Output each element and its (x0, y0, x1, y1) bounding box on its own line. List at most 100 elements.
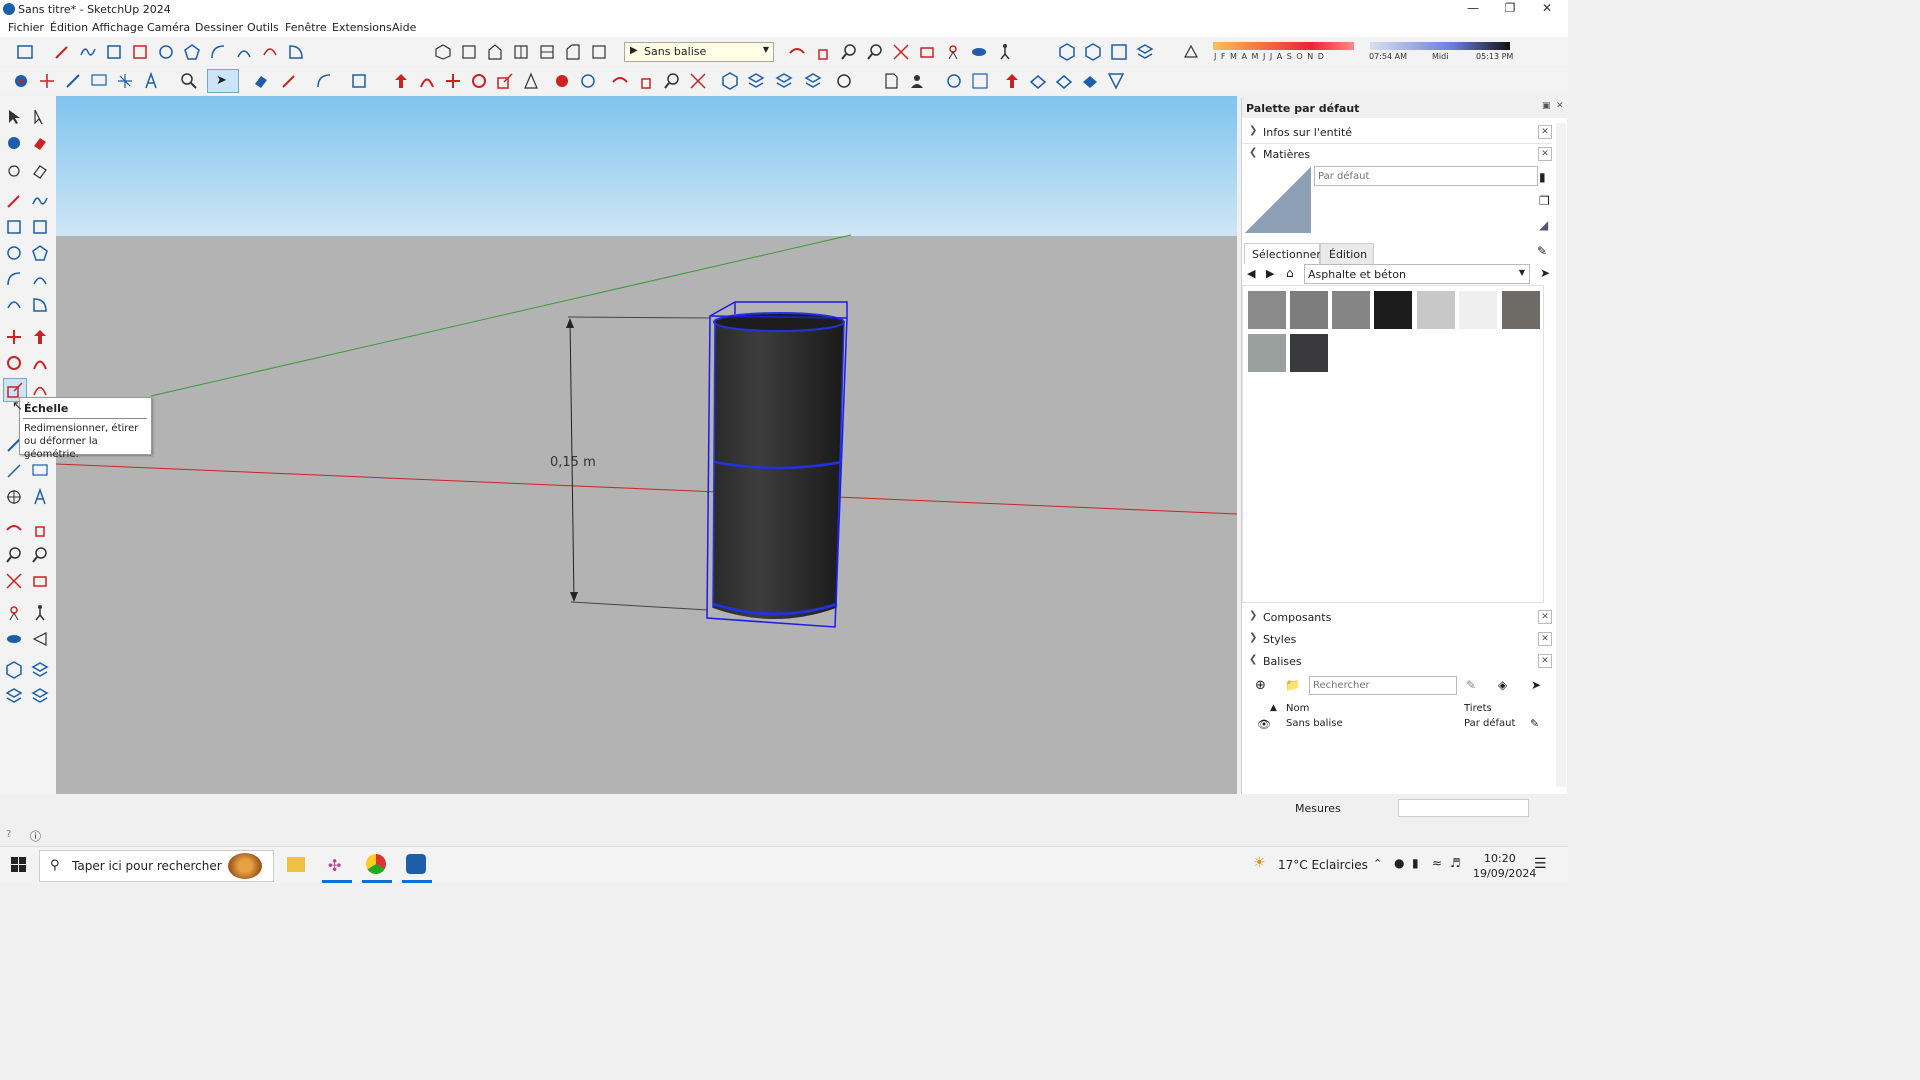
edit-tag-icon[interactable]: ✎ (1466, 678, 1476, 692)
axes-side-icon[interactable] (5, 488, 23, 506)
instructor-icon[interactable] (16, 43, 34, 61)
components-section[interactable]: ❯ Composants ✕ (1242, 607, 1552, 628)
tags-close-icon[interactable]: ✕ (1538, 654, 1552, 668)
minimize-button[interactable]: — (1463, 1, 1483, 15)
measurements-input[interactable] (1398, 799, 1529, 817)
tag-color-pencil-icon[interactable]: ✎ (1530, 717, 1539, 730)
menu-camera[interactable]: Caméra (147, 21, 190, 34)
clock-time[interactable]: 10:20 (1484, 852, 1516, 865)
tag-eraser-icon[interactable] (31, 162, 49, 180)
sort-up-icon[interactable]: ▲ (1270, 703, 1277, 713)
position-camera-icon[interactable] (944, 43, 962, 61)
material-swatch[interactable] (1374, 291, 1412, 329)
protractor-icon[interactable] (116, 72, 134, 90)
material-swatch[interactable] (1248, 334, 1286, 372)
position-camera-side-icon[interactable] (5, 604, 23, 622)
look-around-icon[interactable] (970, 43, 988, 61)
orbit-side-icon[interactable] (5, 520, 23, 538)
follow-me-icon[interactable] (418, 72, 436, 90)
section-plane-icon[interactable] (1084, 43, 1102, 61)
rectangle-side-icon[interactable] (5, 218, 23, 236)
arc-icon[interactable] (209, 43, 227, 61)
eraser-icon[interactable] (252, 72, 270, 90)
back-view-icon[interactable] (538, 43, 556, 61)
material-name-input[interactable] (1314, 166, 1538, 186)
flip-edge-icon[interactable] (1081, 72, 1099, 90)
col-dashes-header[interactable]: Tirets (1464, 703, 1492, 714)
sandbox-icon[interactable] (579, 72, 597, 90)
col-name-header[interactable]: Nom (1286, 703, 1309, 714)
follow-me-side-icon[interactable] (31, 354, 49, 372)
menu-affichage[interactable]: Affichage (92, 21, 144, 34)
right-view-icon[interactable] (512, 43, 530, 61)
weather-icon[interactable]: ☀ (1253, 855, 1266, 871)
zoom-icon[interactable] (840, 43, 858, 61)
month-slider[interactable] (1213, 42, 1354, 50)
close-button[interactable]: ✕ (1537, 1, 1557, 15)
circle-icon[interactable] (157, 43, 175, 61)
library-select[interactable]: Asphalte et béton ▼ (1304, 264, 1530, 284)
add-tag-icon[interactable]: ⊕ (1255, 678, 1266, 693)
zoom-extents-side-icon[interactable] (5, 572, 23, 590)
menu-fenetre[interactable]: Fenêtre (285, 21, 327, 34)
menu-extensions[interactable]: Extensions (332, 21, 392, 34)
pie-icon[interactable] (287, 43, 305, 61)
two-point-arc-side-icon[interactable] (31, 270, 49, 288)
tray-scrollbar[interactable] (1556, 123, 1566, 787)
zoom-window-side-icon[interactable] (31, 546, 49, 564)
sandbox-grid-icon[interactable] (971, 72, 989, 90)
rotated-rectangle-icon[interactable] (131, 43, 149, 61)
styles-section[interactable]: ❯ Styles ✕ (1242, 629, 1552, 650)
orbit-2-icon[interactable] (611, 72, 629, 90)
freehand-icon[interactable] (79, 43, 97, 61)
tag-row-dashes[interactable]: Par défaut (1464, 718, 1515, 729)
outliner-side-icon[interactable] (5, 661, 23, 679)
line-side-icon[interactable] (5, 192, 23, 210)
top-view-icon[interactable] (460, 43, 478, 61)
back-icon[interactable]: ◀ (1247, 267, 1255, 280)
styles-close-icon[interactable]: ✕ (1538, 632, 1552, 646)
circle-side-icon[interactable] (5, 244, 23, 262)
smoove-icon[interactable] (1107, 72, 1125, 90)
layers-icon[interactable] (1136, 43, 1154, 61)
materials-close-icon[interactable]: ✕ (1538, 147, 1552, 161)
select-icon[interactable] (12, 72, 30, 90)
visibility-eye-icon[interactable]: 👁 (1257, 718, 1271, 731)
restore-button[interactable]: ❐ (1500, 1, 1520, 15)
tape-measure-icon[interactable] (64, 72, 82, 90)
polygon-side-icon[interactable] (31, 244, 49, 262)
scale-icon[interactable] (496, 72, 514, 90)
windows-start-icon[interactable] (11, 857, 27, 873)
add-tag-folder-icon[interactable]: 📁 (1285, 678, 1300, 692)
orbit-icon[interactable] (788, 43, 806, 61)
time-slider[interactable] (1370, 42, 1510, 50)
drape-icon[interactable] (1029, 72, 1047, 90)
shapes-dropdown-icon[interactable] (350, 72, 368, 90)
previous-side-icon[interactable] (31, 572, 49, 590)
walk-side-icon[interactable] (31, 604, 49, 622)
zoom-extents-2-icon[interactable] (689, 72, 707, 90)
rectangle-icon[interactable] (105, 43, 123, 61)
eyedropper-icon[interactable]: ✎ (1537, 244, 1547, 258)
zoom-extents-icon[interactable] (892, 43, 910, 61)
pan-2-icon[interactable] (637, 72, 655, 90)
move-icon[interactable] (444, 72, 462, 90)
chevron-up-icon[interactable]: ⌃ (1373, 857, 1382, 870)
material-swatch[interactable] (1290, 334, 1328, 372)
arc-dropdown-icon[interactable] (315, 72, 333, 90)
tag-tool-icon[interactable] (5, 162, 23, 180)
3d-text-icon[interactable] (142, 71, 160, 90)
tag-select[interactable]: ▶ Sans balise ▼ (624, 42, 774, 62)
material-swatch[interactable] (1332, 291, 1370, 329)
previous-view-icon[interactable] (918, 43, 936, 61)
default-material-icon[interactable]: ◢ (1539, 218, 1548, 232)
axes-icon[interactable] (38, 72, 56, 90)
forward-icon[interactable]: ▶ (1266, 267, 1274, 280)
freehand-side-icon[interactable] (31, 192, 49, 210)
menu-aide[interactable]: Aide (392, 21, 416, 34)
volume-icon[interactable]: ♬ (1450, 856, 1461, 870)
left-view-icon[interactable] (564, 43, 582, 61)
menu-fichier[interactable]: Fichier (8, 21, 44, 34)
offset-icon[interactable] (522, 72, 540, 90)
bottom-view-icon[interactable] (590, 43, 608, 61)
